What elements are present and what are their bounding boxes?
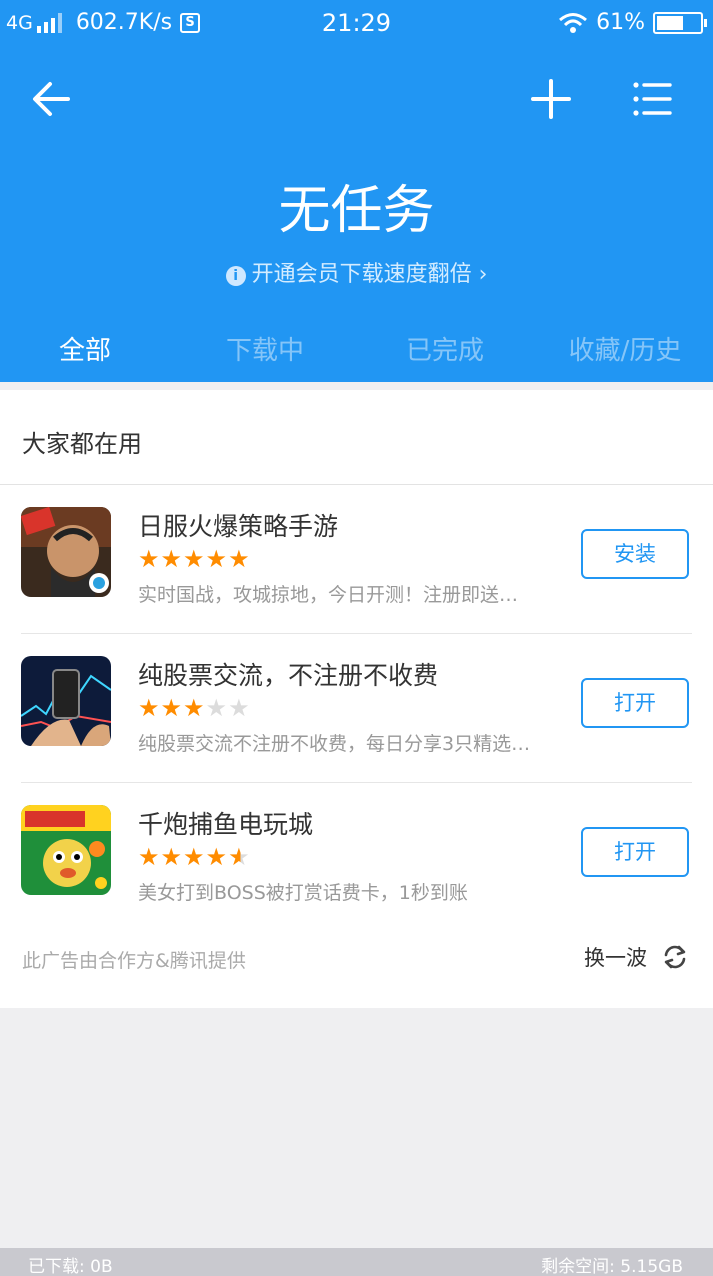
recommend-card: 大家都在用 日服火爆策略手游 ★★★★★ 实时国战，攻城掠地，今日开测！注册即送… [0,390,713,1008]
app-description: 纯股票交流不注册不收费，每日分享3只精选… [138,733,531,755]
tab-bar: 全部 下载中 已完成 收藏/历史 [0,330,713,370]
plus-icon [531,79,571,119]
downloaded-size: 已下载: 0B [28,1257,113,1276]
wifi-icon [559,12,588,33]
info-icon: i [225,266,246,286]
battery-percent: 61% [596,10,645,35]
section-title: 大家都在用 [22,430,142,458]
list-item[interactable]: 纯股票交流，不注册不收费 ★★★★★ 纯股票交流不注册不收费，每日分享3只精选…… [0,634,713,783]
open-button[interactable]: 打开 [581,827,689,877]
tab-all[interactable]: 全部 [0,330,175,367]
status-bar: 4G 602.7K/s S 21:29 61% [0,0,713,46]
list-menu-icon [633,82,672,116]
game-warrior-icon [21,507,111,597]
refresh-label: 换一波 [584,946,647,970]
stock-chart-icon [21,656,111,746]
storage-footer: 已下载: 0B 剩余空间: 5.15GB [0,1248,713,1276]
list-item[interactable]: 日服火爆策略手游 ★★★★★ 实时国战，攻城掠地，今日开测！注册即送… 安装 [0,485,713,634]
app-name: 千炮捕鱼电玩城 [138,810,314,839]
page-title: 无任务 [278,181,435,241]
rating-stars: ★★★★★ [138,545,251,573]
ad-disclaimer: 此广告由合作方&腾讯提供 [22,950,246,972]
app-description: 实时国战，攻城掠地，今日开测！注册即送… [138,584,519,606]
back-button[interactable] [28,76,74,122]
vip-promo-link[interactable]: i 开通会员下载速度翻倍 › [0,256,713,288]
vip-promo-text: 开通会员下载速度翻倍 › [251,262,488,287]
refresh-icon [664,945,686,969]
free-space: 剩余空间: 5.15GB [541,1257,683,1276]
open-button[interactable]: 打开 [581,678,689,728]
rating-stars: ★★★★★ [138,694,251,722]
refresh-button[interactable]: 换一波 [584,942,689,972]
back-arrow-icon [33,82,70,116]
tab-favorites-history[interactable]: 收藏/历史 [535,330,713,367]
rating-stars: ★★★★★ [138,843,251,871]
menu-button[interactable] [630,76,676,122]
list-item[interactable]: 千炮捕鱼电玩城 ★★★★★ 美女打到BOSS被打赏话费卡，1秒到账 打开 [0,783,713,932]
app-description: 美女打到BOSS被打赏话费卡，1秒到账 [138,882,468,904]
tab-downloading[interactable]: 下载中 [175,330,355,367]
tab-completed[interactable]: 已完成 [355,330,535,367]
install-button[interactable]: 安装 [581,529,689,579]
app-name: 纯股票交流，不注册不收费 [138,661,439,690]
fish-game-icon [21,805,111,895]
app-name: 日服火爆策略手游 [138,512,339,541]
add-task-button[interactable] [528,76,574,122]
battery-icon [653,11,707,34]
